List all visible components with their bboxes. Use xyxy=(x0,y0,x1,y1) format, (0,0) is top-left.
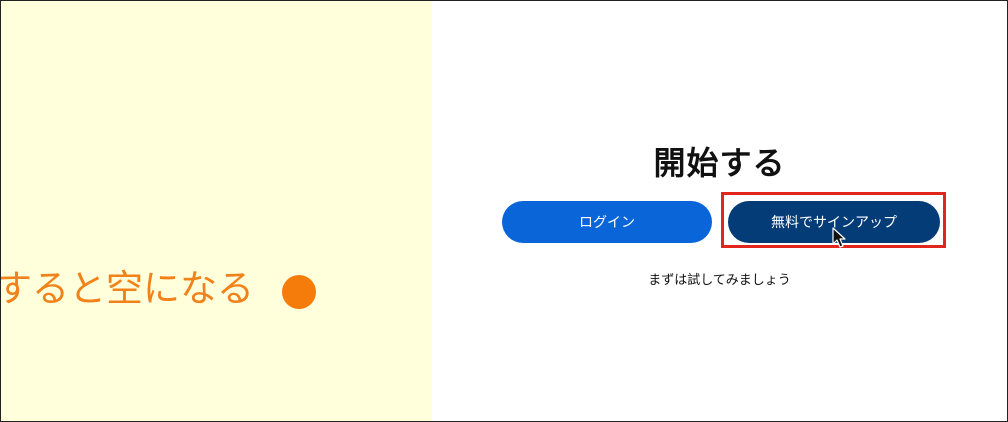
page-title: 開始する xyxy=(653,144,786,182)
signup-panel: 開始する ログイン 無料でサインアップ まずは試してみましょう xyxy=(432,1,1007,421)
left-panel: すると空になる xyxy=(1,1,432,421)
login-button[interactable]: ログイン xyxy=(502,201,712,243)
left-caption: すると空になる xyxy=(1,267,254,310)
mouse-pointer-icon xyxy=(832,227,846,248)
tagline: まずは試してみましょう xyxy=(648,273,791,288)
orange-dot-icon xyxy=(282,275,316,309)
screenshot-frame: すると空になる 開始する ログイン 無料でサインアップ まずは試してみましょう xyxy=(0,0,1008,422)
